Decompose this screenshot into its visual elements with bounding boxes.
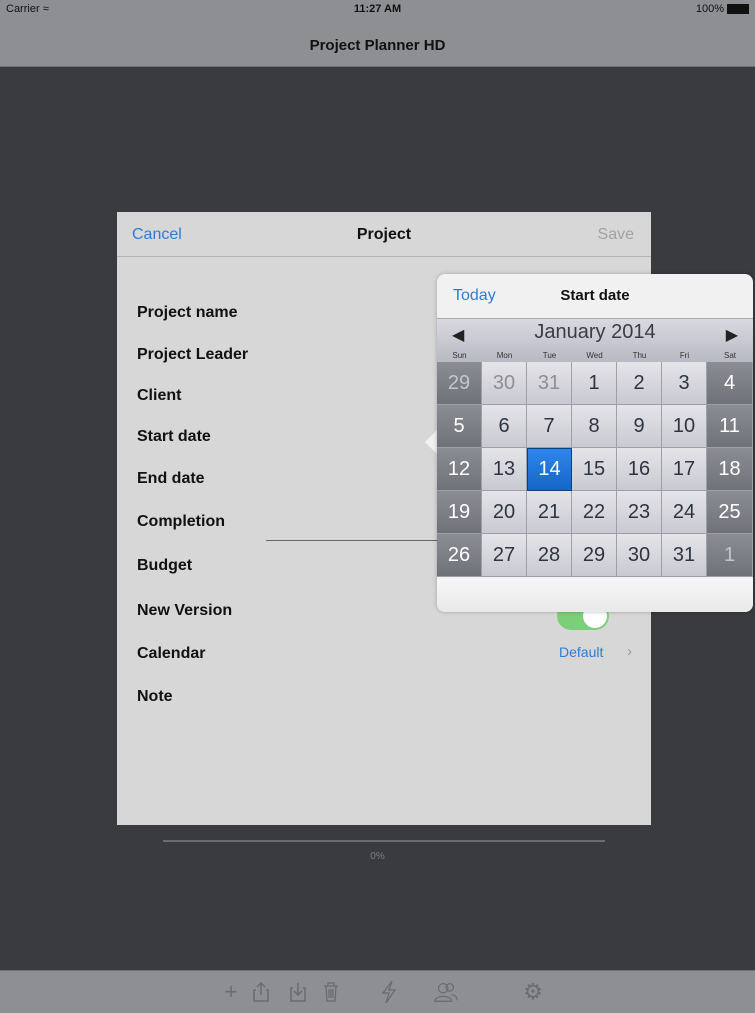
field-budget[interactable]: Budget [137,557,192,575]
trash-icon[interactable] [318,979,344,1005]
calendar-day[interactable]: 18 [707,448,753,491]
calendar-day[interactable]: 28 [527,534,572,577]
calendar-day[interactable]: 26 [437,534,482,577]
popover-header: Today Start date [437,274,753,318]
save-button[interactable]: Save [598,226,634,244]
calendar-day[interactable]: 30 [617,534,662,577]
popover-footer [437,578,753,612]
progress-label: 0% [370,851,385,862]
calendar-day[interactable]: 23 [617,491,662,534]
calendar-day[interactable]: 13 [482,448,527,491]
calendar-day[interactable]: 5 [437,405,482,448]
calendar-day[interactable]: 29 [572,534,617,577]
calendar-day[interactable]: 25 [707,491,753,534]
weekday-label: Thu [632,351,647,360]
field-start-date[interactable]: Start date [137,428,211,446]
calendar-day[interactable]: 10 [662,405,707,448]
field-note[interactable]: Note [137,688,173,706]
share-icon[interactable] [248,979,274,1005]
calendar-day[interactable]: 7 [527,405,572,448]
calendar-day[interactable]: 3 [662,362,707,405]
weekday-label: Wed [586,351,603,360]
calendar-day[interactable]: 9 [617,405,662,448]
calendar-day[interactable]: 8 [572,405,617,448]
modal-header: Cancel Project Save [117,212,651,257]
calendar-day[interactable]: 6 [482,405,527,448]
field-calendar[interactable]: Calendar [137,645,205,663]
field-new-version: New Version [137,602,233,619]
calendar-day[interactable]: 12 [437,448,482,491]
status-bar: Carrier ≈ 11:27 AM 100% [0,0,755,20]
start-date-popover: Today Start date ◀ January 2014 ▶ Sun Mo… [437,274,753,612]
app-title: Project Planner HD [309,37,446,54]
calendar-day[interactable]: 20 [482,491,527,534]
calendar-day[interactable]: 22 [572,491,617,534]
field-completion[interactable]: Completion [137,513,225,531]
calendar-day[interactable]: 29 [437,362,482,405]
calendar-day[interactable]: 27 [482,534,527,577]
status-time: 11:27 AM [353,3,402,15]
calendar-day[interactable]: 16 [617,448,662,491]
calendar-day[interactable]: 24 [662,491,707,534]
navigation-bar: Project Planner HD [0,20,755,67]
calendar-day[interactable]: 15 [572,448,617,491]
battery-icon [727,4,749,14]
gear-icon[interactable]: ⚙ [520,979,546,1005]
calendar-day[interactable]: 4 [707,362,753,405]
battery-indicator: 100% [696,3,749,15]
calendar-day[interactable]: 21 [527,491,572,534]
flash-icon[interactable] [376,979,402,1005]
calendar-day[interactable]: 19 [437,491,482,534]
popover-arrow [425,430,437,454]
import-icon[interactable] [285,979,311,1005]
calendar-value[interactable]: Default [559,644,603,660]
completion-slider-track[interactable] [266,540,438,541]
field-project-leader[interactable]: Project Leader [137,346,248,364]
calendar-header: ◀ January 2014 ▶ Sun Mon Tue Wed Thu Fri… [437,318,753,363]
calendar-day[interactable]: 31 [662,534,707,577]
calendar-day[interactable]: 14 [527,448,572,491]
calendar-day[interactable]: 1 [572,362,617,405]
calendar-day[interactable]: 1 [707,534,753,577]
next-month-icon[interactable]: ▶ [726,325,738,345]
calendar-day[interactable]: 17 [662,448,707,491]
weekday-label: Tue [542,351,557,360]
field-client[interactable]: Client [137,387,181,405]
plus-icon[interactable]: + [218,979,244,1005]
chevron-right-icon: › [627,643,632,660]
weekday-row: Sun Mon Tue Wed Thu Fri Sat [437,351,753,360]
calendar-day[interactable]: 31 [527,362,572,405]
weekday-label: Sun [452,351,467,360]
calendar-month: January 2014 [534,321,656,343]
calendar-day[interactable]: 30 [482,362,527,405]
modal-title: Project [356,226,412,243]
field-end-date[interactable]: End date [137,470,205,488]
progress-bar [163,840,605,842]
field-project-name[interactable]: Project name [137,304,237,322]
popover-title: Start date [560,287,630,304]
bottom-toolbar: + ⚙ [0,970,755,1013]
calendar-day[interactable]: 2 [617,362,662,405]
calendar-day[interactable]: 11 [707,405,753,448]
calendar-grid: 29 30 31 1 2 3 4 5 6 7 8 9 10 11 12 13 14 15 16 17 18 19 20 21 2… [437,362,753,578]
weekday-label: Fri [679,351,690,360]
people-icon[interactable] [433,979,459,1005]
weekday-label: Mon [496,351,513,360]
weekday-label: Sat [723,351,736,360]
